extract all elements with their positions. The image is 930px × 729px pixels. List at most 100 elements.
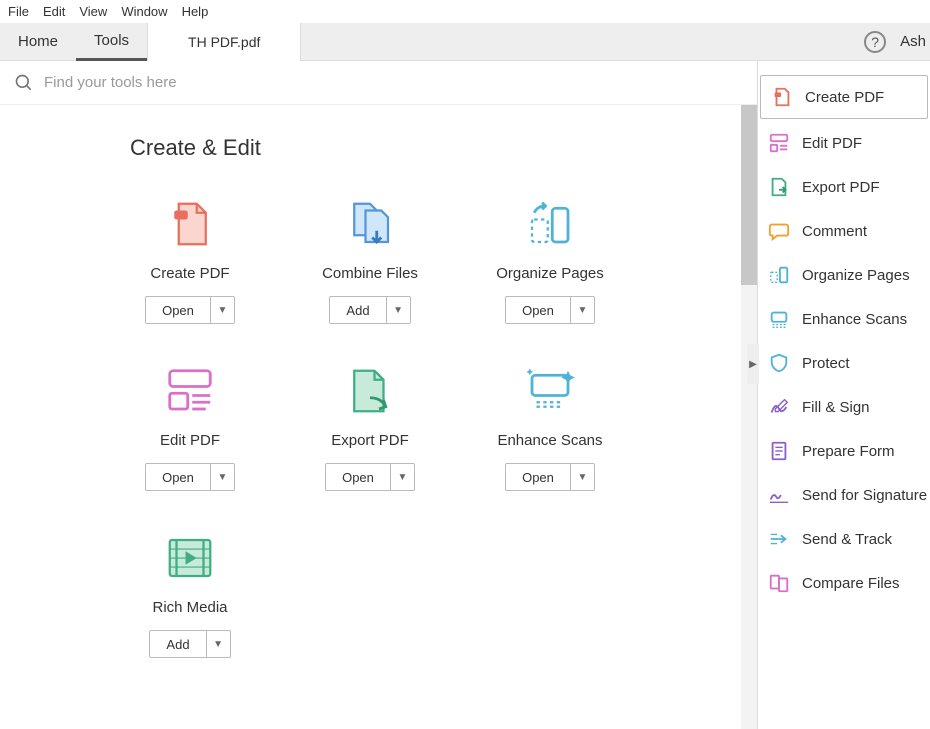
- sidebar-item-organize-pages[interactable]: Organize Pages: [758, 253, 930, 297]
- create-pdf-icon: [163, 197, 217, 251]
- sidebar-item-label: Create PDF: [805, 89, 884, 106]
- search-input[interactable]: [44, 74, 344, 91]
- tool-export-pdf[interactable]: Export PDF Open ▼: [280, 364, 460, 491]
- tool-enhance-scans[interactable]: Enhance Scans Open ▼: [460, 364, 640, 491]
- help-icon[interactable]: ?: [864, 31, 886, 53]
- compare-files-icon: [768, 572, 790, 594]
- tool-combine-files[interactable]: Combine Files Add ▼: [280, 197, 460, 324]
- tools-area: Create & Edit Create PDF Open ▼ Combine …: [0, 105, 757, 729]
- dropdown-icon[interactable]: ▼: [210, 297, 234, 323]
- prepare-form-icon: [768, 440, 790, 462]
- comment-icon: [768, 220, 790, 242]
- open-button[interactable]: Open: [326, 464, 390, 490]
- menu-window[interactable]: Window: [121, 4, 167, 19]
- sidebar-item-compare-files[interactable]: Compare Files: [758, 561, 930, 605]
- search-icon: [14, 73, 34, 93]
- sidebar-item-enhance-scans[interactable]: Enhance Scans: [758, 297, 930, 341]
- tool-rich-media[interactable]: Rich Media Add ▼: [100, 531, 280, 658]
- search-bar: [0, 61, 757, 105]
- sidebar-item-comment[interactable]: Comment: [758, 209, 930, 253]
- menu-view[interactable]: View: [79, 4, 107, 19]
- fill-sign-icon: [768, 396, 790, 418]
- sidebar-item-protect[interactable]: Protect: [758, 341, 930, 385]
- tab-document[interactable]: TH PDF.pdf: [147, 23, 301, 61]
- create-pdf-icon: [771, 86, 793, 108]
- dropdown-icon[interactable]: ▼: [210, 464, 234, 490]
- open-button[interactable]: Open: [146, 297, 210, 323]
- sidebar-item-label: Send & Track: [802, 531, 892, 548]
- sidebar-item-label: Organize Pages: [802, 267, 910, 284]
- tool-action: Add ▼: [329, 296, 410, 324]
- sidebar-item-edit-pdf[interactable]: Edit PDF: [758, 121, 930, 165]
- main-panel: Create & Edit Create PDF Open ▼ Combine …: [0, 61, 758, 729]
- dropdown-icon[interactable]: ▼: [386, 297, 410, 323]
- sidebar-item-prepare-form[interactable]: Prepare Form: [758, 429, 930, 473]
- enhance-scans-icon: [768, 308, 790, 330]
- tool-label: Rich Media: [152, 599, 227, 616]
- tool-create-pdf[interactable]: Create PDF Open ▼: [100, 197, 280, 324]
- sidebar-item-label: Compare Files: [802, 575, 900, 592]
- tab-bar: Home Tools TH PDF.pdf ? Ash: [0, 23, 930, 61]
- tool-organize-pages[interactable]: Organize Pages Open ▼: [460, 197, 640, 324]
- tool-label: Combine Files: [322, 265, 418, 282]
- tab-tools[interactable]: Tools: [76, 23, 147, 61]
- user-name[interactable]: Ash: [900, 33, 926, 50]
- tool-label: Enhance Scans: [497, 432, 602, 449]
- sidebar-item-label: Edit PDF: [802, 135, 862, 152]
- tool-label: Create PDF: [150, 265, 229, 282]
- tool-action: Open ▼: [145, 296, 235, 324]
- tool-action: Add ▼: [149, 630, 230, 658]
- sidebar-item-label: Export PDF: [802, 179, 880, 196]
- open-button[interactable]: Open: [146, 464, 210, 490]
- sidebar-item-send-signature[interactable]: Send for Signature: [758, 473, 930, 517]
- sidebar-item-label: Enhance Scans: [802, 311, 907, 328]
- sidebar-item-create-pdf[interactable]: Create PDF: [760, 75, 928, 119]
- organize-pages-icon: [768, 264, 790, 286]
- shield-icon: [768, 352, 790, 374]
- sidebar-item-send-track[interactable]: Send & Track: [758, 517, 930, 561]
- collapse-handle[interactable]: ▶: [747, 344, 759, 384]
- add-button[interactable]: Add: [150, 631, 205, 657]
- dropdown-icon[interactable]: ▼: [570, 464, 594, 490]
- tool-action: Open ▼: [505, 463, 595, 491]
- tool-edit-pdf[interactable]: Edit PDF Open ▼: [100, 364, 280, 491]
- tab-home[interactable]: Home: [0, 23, 76, 61]
- combine-files-icon: [343, 197, 397, 251]
- scrollbar-thumb[interactable]: [741, 105, 757, 285]
- add-button[interactable]: Add: [330, 297, 385, 323]
- dropdown-icon[interactable]: ▼: [390, 464, 414, 490]
- organize-pages-icon: [523, 197, 577, 251]
- sidebar-item-label: Prepare Form: [802, 443, 895, 460]
- tool-label: Edit PDF: [160, 432, 220, 449]
- edit-pdf-icon: [163, 364, 217, 418]
- tool-action: Open ▼: [505, 296, 595, 324]
- sidebar-item-label: Protect: [802, 355, 850, 372]
- export-pdf-icon: [768, 176, 790, 198]
- export-pdf-icon: [343, 364, 397, 418]
- menu-edit[interactable]: Edit: [43, 4, 65, 19]
- menu-file[interactable]: File: [8, 4, 29, 19]
- content-area: Create & Edit Create PDF Open ▼ Combine …: [0, 61, 930, 729]
- send-track-icon: [768, 528, 790, 550]
- tool-action: Open ▼: [145, 463, 235, 491]
- tool-grid: Create PDF Open ▼ Combine Files Add ▼: [100, 197, 757, 658]
- sidebar-item-label: Send for Signature: [802, 487, 927, 504]
- sidebar-item-fill-sign[interactable]: Fill & Sign: [758, 385, 930, 429]
- dropdown-icon[interactable]: ▼: [206, 631, 230, 657]
- open-button[interactable]: Open: [506, 297, 570, 323]
- open-button[interactable]: Open: [506, 464, 570, 490]
- edit-pdf-icon: [768, 132, 790, 154]
- sidebar-item-label: Fill & Sign: [802, 399, 870, 416]
- tool-action: Open ▼: [325, 463, 415, 491]
- dropdown-icon[interactable]: ▼: [570, 297, 594, 323]
- menu-help[interactable]: Help: [182, 4, 209, 19]
- sidebar-item-export-pdf[interactable]: Export PDF: [758, 165, 930, 209]
- menu-bar: File Edit View Window Help: [0, 0, 930, 23]
- section-title: Create & Edit: [130, 135, 757, 161]
- tool-label: Organize Pages: [496, 265, 604, 282]
- enhance-scans-icon: [523, 364, 577, 418]
- send-signature-icon: [768, 484, 790, 506]
- tool-label: Export PDF: [331, 432, 409, 449]
- rich-media-icon: [163, 531, 217, 585]
- sidebar-item-label: Comment: [802, 223, 867, 240]
